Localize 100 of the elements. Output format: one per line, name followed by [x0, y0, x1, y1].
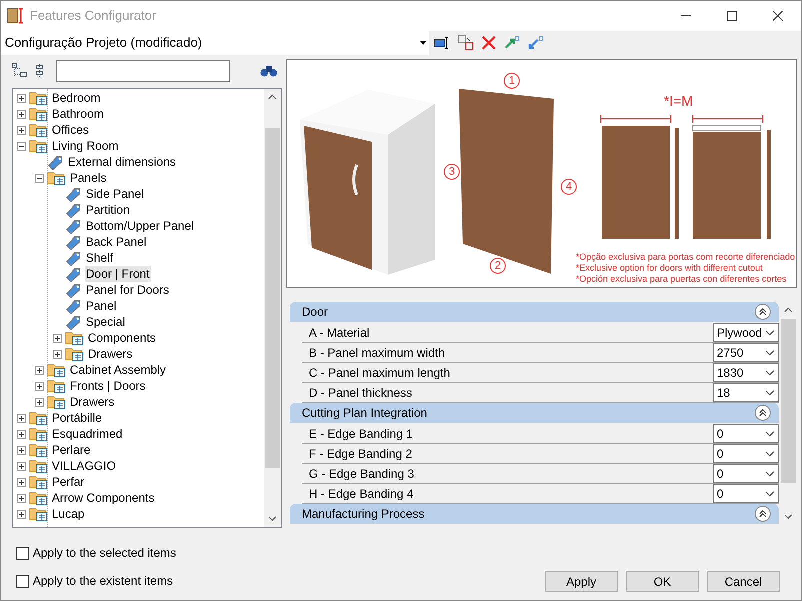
tree-item[interactable]: Side Panel [85, 186, 146, 202]
dialog-button[interactable]: Cancel [707, 571, 780, 592]
tree-item[interactable]: Lucap [51, 506, 86, 522]
tree-item[interactable]: Bottom/Upper Panel [85, 218, 196, 234]
tree-item[interactable]: Perlare [51, 442, 92, 458]
configuration-dropdown[interactable]: Configuração Projeto (modificado) [1, 31, 429, 55]
folder-icon [65, 330, 85, 346]
property-dropdown[interactable]: Plywood [713, 323, 779, 342]
tree-item[interactable]: Drawers [69, 394, 116, 410]
collapse-icon[interactable] [35, 174, 44, 182]
tag-icon [65, 282, 83, 298]
section-header[interactable]: Door [290, 302, 779, 322]
property-dropdown[interactable]: 0 [713, 484, 779, 503]
expand-icon[interactable] [17, 94, 26, 102]
delete-icon[interactable] [482, 36, 496, 50]
expand-icon[interactable] [17, 414, 26, 422]
tree-item[interactable]: Cabinet Assembly [69, 362, 168, 378]
tree-item[interactable]: Fronts | Doors [69, 378, 147, 394]
folder-icon [29, 442, 49, 458]
folder-icon [29, 426, 49, 442]
search-icon[interactable] [260, 64, 278, 78]
tree-item[interactable]: Panel [85, 298, 118, 314]
double-chevron-up-icon [759, 510, 767, 518]
dialog-button[interactable]: Apply [545, 571, 618, 592]
tree-item[interactable]: Arrow Components [51, 490, 156, 506]
tree-item[interactable]: Bedroom [51, 90, 102, 106]
property-dropdown[interactable]: 0 [713, 464, 779, 483]
expand-icon[interactable] [17, 110, 26, 118]
tree-item[interactable]: Portábille [51, 410, 104, 426]
expand-icon[interactable] [17, 510, 26, 518]
tree-item[interactable]: Bathroom [51, 106, 106, 122]
tree-item[interactable]: Panels [69, 170, 108, 186]
checkbox[interactable] [16, 546, 29, 560]
property-label: F - Edge Banding 2 [308, 446, 414, 463]
property-dropdown[interactable]: 0 [713, 444, 779, 463]
expand-icon[interactable] [17, 446, 26, 454]
section-header[interactable]: Manufacturing Process [290, 504, 779, 524]
property-dropdown[interactable]: 18 [713, 383, 779, 402]
tree-scrollbar[interactable] [264, 89, 281, 527]
double-chevron-up-icon [759, 308, 767, 316]
move-icon[interactable] [458, 35, 474, 51]
expand-icon[interactable] [17, 478, 26, 486]
expand-icon[interactable] [17, 430, 26, 438]
tree-item[interactable]: Shelf [85, 250, 114, 266]
double-chevron-up-icon [759, 409, 767, 417]
chevron-down-icon [765, 430, 775, 436]
tree-item[interactable]: Living Room [51, 138, 120, 154]
expand-icon[interactable] [53, 350, 62, 358]
checkbox[interactable] [16, 574, 29, 588]
expand-icon[interactable] [35, 382, 44, 390]
tree-item[interactable]: Door | Front [85, 266, 151, 282]
import-icon[interactable] [528, 36, 544, 50]
expand-icon[interactable] [35, 366, 44, 374]
tree-item[interactable]: Panel for Doors [85, 282, 170, 298]
folder-icon [29, 122, 49, 138]
note-text: *Opção exclusiva para portas com recorte diferenciado [576, 252, 796, 263]
tree-item[interactable]: External dimensions [67, 154, 178, 170]
tree-item[interactable]: Components [87, 330, 158, 346]
property-label: C - Panel maximum length [308, 365, 452, 382]
export-icon[interactable] [504, 36, 520, 50]
tree-item[interactable]: Perfar [51, 474, 86, 490]
folder-icon [29, 458, 49, 474]
section-header[interactable]: Cutting Plan Integration [290, 403, 779, 423]
folder-icon [47, 362, 67, 378]
chevron-down-icon [765, 350, 775, 356]
app-icon [7, 8, 25, 24]
collapse-section-button[interactable] [755, 304, 771, 320]
folder-icon [29, 490, 49, 506]
edge-number: 3 [444, 164, 460, 180]
property-dropdown[interactable]: 1830 [713, 363, 779, 382]
caret-icon [420, 41, 427, 45]
rename-icon[interactable] [434, 36, 450, 50]
tree-item[interactable]: Offices [51, 122, 90, 138]
collapse-section-button[interactable] [755, 506, 771, 522]
expand-icon[interactable] [17, 494, 26, 502]
folder-icon [29, 506, 49, 522]
tree-item[interactable]: Partition [85, 202, 132, 218]
tree-item[interactable]: Back Panel [85, 234, 148, 250]
collapse-tree-icon[interactable] [12, 63, 28, 79]
note-text: *Exclusive option for doors with different cutout [576, 263, 764, 274]
maximize-icon [727, 11, 737, 21]
tree-item[interactable]: VILLAGGIO [51, 458, 118, 474]
chevron-down-icon [765, 330, 775, 336]
collapse-icon[interactable] [17, 142, 26, 150]
collapse-section-button[interactable] [755, 405, 771, 421]
tree-item[interactable]: Esquadrimed [51, 426, 124, 442]
dialog-button[interactable]: OK [626, 571, 699, 592]
search-field[interactable] [56, 60, 230, 82]
expand-icon[interactable] [53, 334, 62, 342]
tag-icon [65, 314, 83, 330]
folder-icon [47, 170, 67, 186]
tree-item[interactable]: Drawers [87, 346, 134, 362]
property-label: B - Panel maximum width [308, 345, 446, 362]
tree-item[interactable]: Special [85, 314, 126, 330]
property-dropdown[interactable]: 0 [713, 424, 779, 443]
expand-icon[interactable] [35, 398, 44, 406]
property-dropdown[interactable]: 2750 [713, 343, 779, 362]
property-label: E - Edge Banding 1 [308, 426, 414, 443]
expand-icon[interactable] [17, 462, 26, 470]
expand-icon[interactable] [17, 126, 26, 134]
